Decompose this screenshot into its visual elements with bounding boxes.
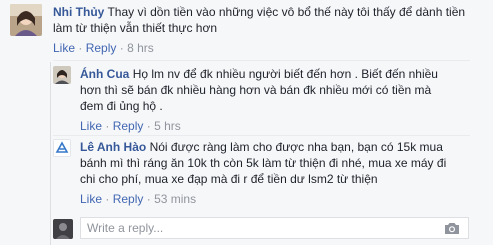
composer-avatar xyxy=(53,219,73,239)
comment: Lê Anh Hào Nói được ràng làm cho được nh… xyxy=(53,139,483,211)
timestamp[interactable]: 8 hrs xyxy=(127,41,154,55)
avatar[interactable] xyxy=(53,66,71,84)
reply-link[interactable]: Reply xyxy=(113,192,144,206)
comment-text: làm từ thiện vẫn thiết thực hơn xyxy=(53,21,218,35)
camera-icon[interactable] xyxy=(444,221,460,238)
like-link[interactable]: Like xyxy=(80,119,102,133)
comment-actions: Like · Reply · 53 mins xyxy=(80,191,480,207)
separator: · xyxy=(146,119,151,133)
reply-composer[interactable] xyxy=(80,217,469,239)
separator: · xyxy=(146,192,151,206)
comment-text: đem đi ủng hộ . xyxy=(80,99,163,113)
like-link[interactable]: Like xyxy=(80,192,102,206)
reply-input[interactable] xyxy=(87,221,417,235)
like-link[interactable]: Like xyxy=(53,41,75,55)
comment-actions: Like · Reply · 8 hrs xyxy=(53,40,480,56)
timestamp[interactable]: 53 mins xyxy=(154,192,196,206)
divider xyxy=(53,60,470,61)
comment-author[interactable]: Nhi Thủy xyxy=(53,5,104,19)
separator: · xyxy=(105,192,110,206)
separator: · xyxy=(119,41,124,55)
comment-text: Họ lm nv để đk nhiều người biết đến hơn … xyxy=(132,67,438,81)
avatar[interactable] xyxy=(53,139,71,157)
comment-actions: Like · Reply · 5 hrs xyxy=(80,118,480,134)
comment-author[interactable]: Ánh Cua xyxy=(80,67,129,81)
divider xyxy=(53,135,470,136)
comment: Nhi Thủy Thay vì dồn tiền vào những việc… xyxy=(10,4,480,59)
reply-link[interactable]: Reply xyxy=(113,119,144,133)
comment-text: bánh mì thì ráng ăn 10k th còn 5k làm từ… xyxy=(80,156,447,170)
timestamp[interactable]: 5 hrs xyxy=(154,119,181,133)
separator: · xyxy=(78,41,83,55)
comment-text: chi cho phí, mua xe đạp mà đi r để tiền … xyxy=(80,172,378,186)
reply-link[interactable]: Reply xyxy=(86,41,117,55)
thread-line xyxy=(50,62,51,245)
comment-author[interactable]: Lê Anh Hào xyxy=(80,140,146,154)
comment-text: Thay vì dồn tiền vào những việc vô bổ th… xyxy=(107,5,466,19)
comment-text: hơn thì sẽ bán đk nhiều hàng hơn và bán … xyxy=(80,83,432,97)
comment: Ánh Cua Họ lm nv để đk nhiều người biết … xyxy=(53,66,483,134)
avatar[interactable] xyxy=(10,4,42,36)
separator: · xyxy=(105,119,110,133)
comment-text: Nói được ràng làm cho được nha bạn, bạn … xyxy=(149,140,443,154)
